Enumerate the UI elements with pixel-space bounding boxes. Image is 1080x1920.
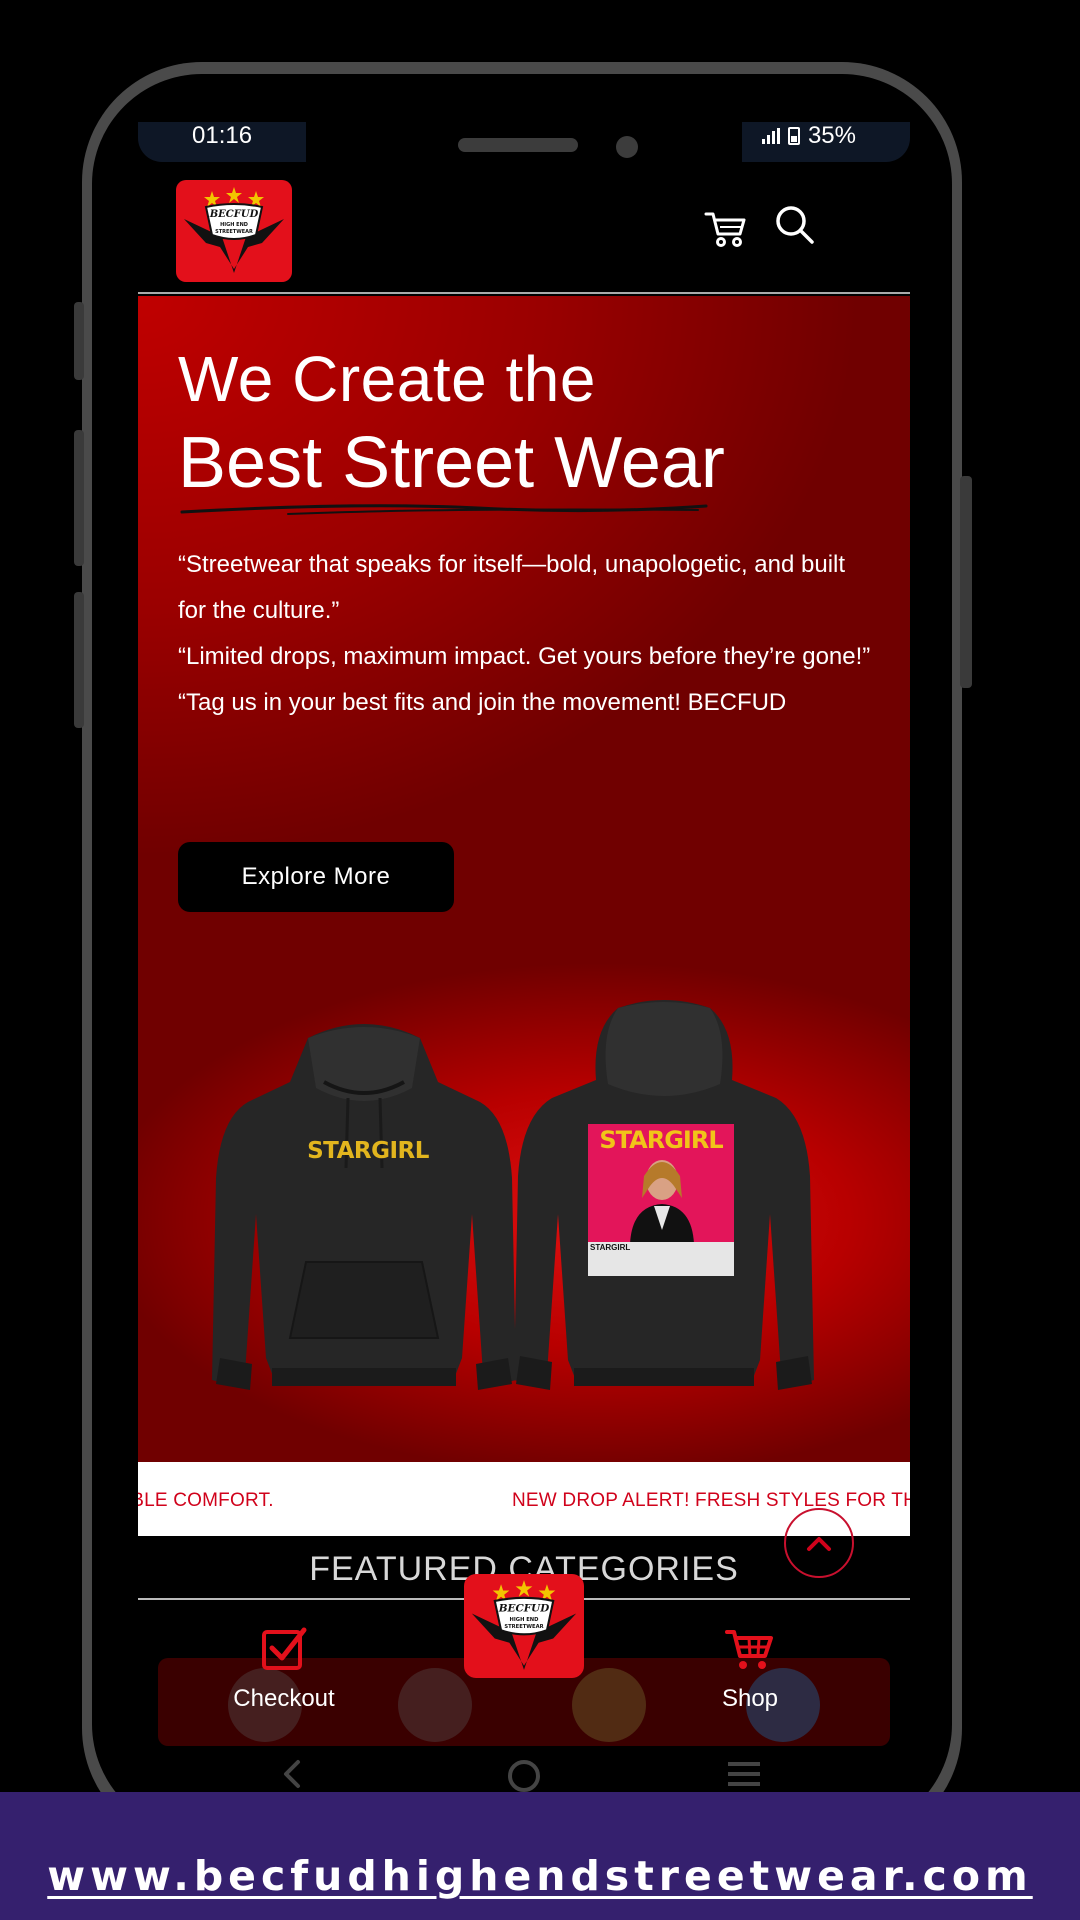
chevron-up-icon [807, 1537, 831, 1551]
shopping-cart-icon [725, 1630, 773, 1669]
site-logo[interactable]: BECFUD HIGH END STREETWEAR [176, 180, 292, 282]
svg-text:STREETWEAR: STREETWEAR [215, 229, 253, 235]
poster-portrait-image [630, 1160, 694, 1244]
eagle-logo-icon: BECFUD HIGH END STREETWEAR [471, 1580, 577, 1670]
explore-more-button[interactable]: Explore More [178, 842, 454, 912]
promo-stage: 01:16 35% BECFUD HIGH END STREETWEAR We … [0, 0, 1080, 1920]
hoodie-back-poster-print: STARGIRL STARGIRL [588, 1124, 734, 1276]
hoodie-front-graphic [212, 1024, 516, 1390]
hero-title-line1: We Create the [178, 343, 596, 415]
checkbox-check-icon [262, 1627, 307, 1670]
app-screen: 01:16 35% BECFUD HIGH END STREETWEAR We … [138, 122, 910, 1802]
hero-quote-3: “Tag us in your best fits and join the m… [178, 689, 787, 716]
hoodie-back-image: STARGIRL STARGIRL [514, 1000, 814, 1406]
title-underline-decoration [180, 504, 708, 515]
website-url[interactable]: www.becfudhighendstreetwear.com [0, 1852, 1080, 1900]
category-thumb[interactable] [572, 1668, 646, 1742]
search-icon[interactable] [774, 204, 816, 246]
phone-volume-down-button [74, 592, 84, 728]
phone-side-button [74, 302, 84, 380]
nav-shop[interactable]: Shop [680, 1626, 820, 1713]
front-camera [616, 136, 638, 158]
hero-quote-1: “Streetwear that speaks for itself—bold,… [178, 551, 846, 624]
hero-title-line2: Best Street Wear [178, 423, 725, 503]
recent-apps-icon[interactable] [726, 1758, 762, 1790]
status-indicators: 35% [761, 122, 856, 150]
cart-icon[interactable] [704, 206, 748, 250]
battery-level: 35% [807, 122, 856, 149]
phone-power-button [960, 476, 972, 688]
nav-checkout-label: Checkout [233, 1685, 335, 1712]
back-icon[interactable] [280, 1758, 304, 1790]
status-time: 01:16 [192, 122, 253, 149]
signal-icon [761, 128, 780, 144]
phone-volume-up-button [74, 430, 84, 566]
svg-text:BECFUD: BECFUD [209, 209, 259, 220]
nav-shop-label: Shop [721, 1685, 779, 1712]
site-header: BECFUD HIGH END STREETWEAR [138, 164, 910, 294]
svg-text:HIGH END: HIGH END [220, 222, 248, 228]
nav-home-logo[interactable]: BECFUD HIGH END STREETWEAR [464, 1574, 584, 1678]
hero-description: “Streetwear that speaks for itself—bold,… [178, 542, 878, 726]
ticker-message-1: TABLE COMFORT. [138, 1490, 274, 1511]
hoodie-front-image: STARGIRL [212, 1018, 516, 1406]
ticker-message-2: NEW DROP ALERT! FRESH STYLES FOR THE N [512, 1490, 910, 1511]
svg-text:HIGH END: HIGH END [510, 1617, 540, 1623]
nav-checkout[interactable]: Checkout [214, 1626, 354, 1713]
svg-text:BECFUD: BECFUD [498, 1602, 550, 1614]
hero-quote-2: “Limited drops, maximum impact. Get your… [178, 643, 871, 670]
home-icon[interactable] [506, 1758, 542, 1794]
category-thumb[interactable] [398, 1668, 472, 1742]
poster-caption: STARGIRL [590, 1243, 631, 1252]
back-to-top-button[interactable] [784, 1508, 854, 1578]
hoodie-front-print: STARGIRL [307, 1138, 429, 1164]
eagle-logo-icon: BECFUD HIGH END STREETWEAR [184, 187, 284, 273]
hero-banner: We Create the Best Street Wear “Streetwe… [138, 296, 910, 1462]
earpiece-speaker [458, 138, 578, 152]
status-bar: 01:16 35% [138, 122, 910, 164]
poster-caption-area: STARGIRL [588, 1242, 734, 1276]
battery-icon [787, 127, 800, 145]
svg-text:STREETWEAR: STREETWEAR [504, 1624, 543, 1630]
